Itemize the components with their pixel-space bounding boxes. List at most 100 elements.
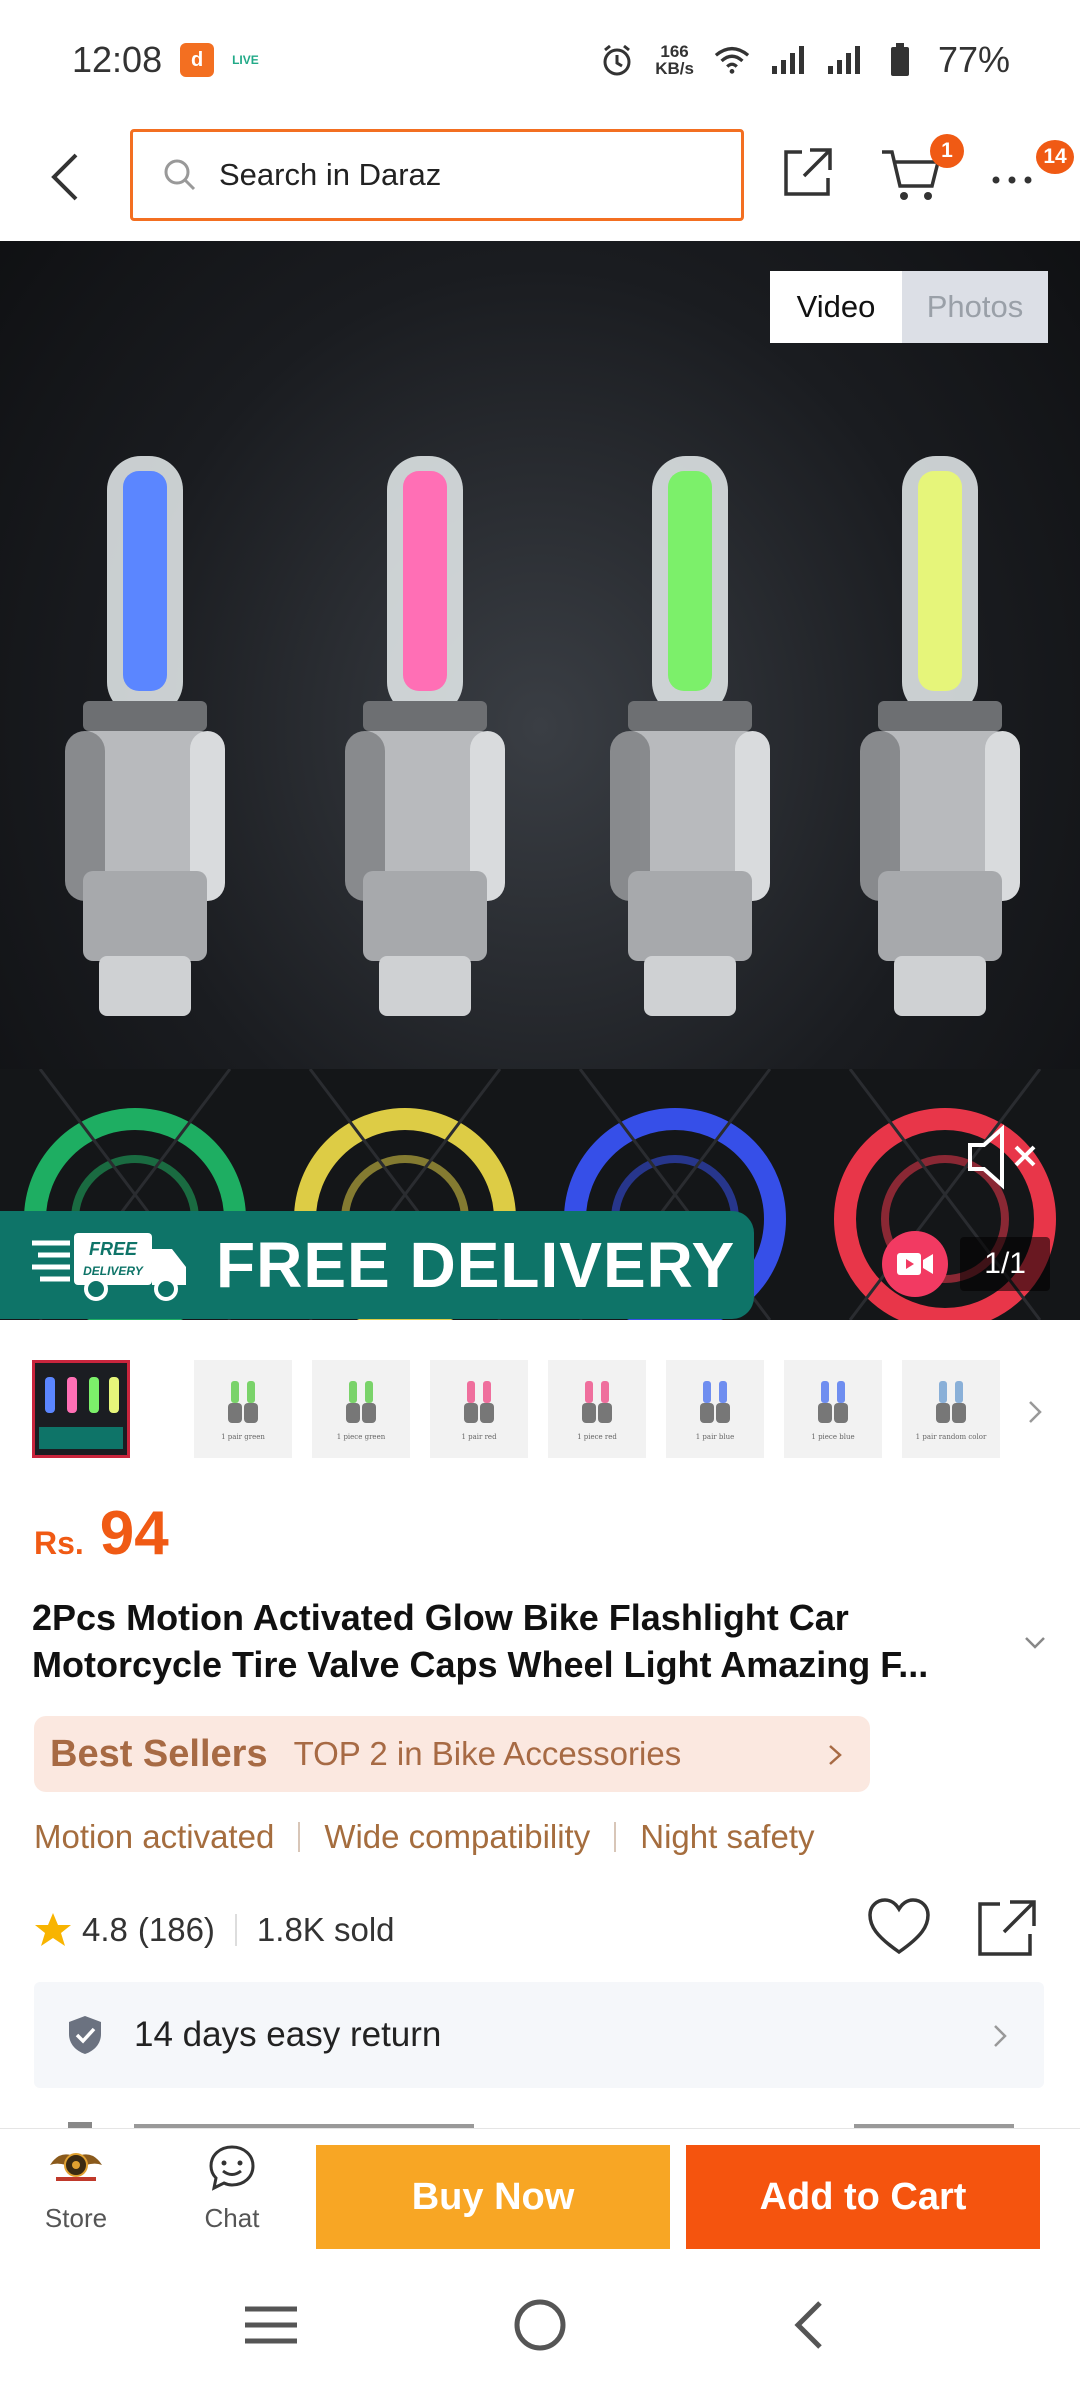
- thumbnail-caption: 1 pair green: [221, 1433, 265, 1441]
- rating-divider: [234, 1914, 237, 1946]
- tab-photos[interactable]: Photos: [902, 271, 1048, 343]
- product-video-frame: [0, 401, 1080, 1021]
- feature-separator: [614, 1822, 617, 1852]
- thumbnail-0[interactable]: [32, 1360, 130, 1458]
- live-icon: LIVE: [232, 53, 259, 67]
- speaker-muted-icon: [968, 1124, 1036, 1190]
- chevron-right-icon: [829, 1745, 842, 1765]
- mute-button[interactable]: [964, 1121, 1044, 1193]
- system-back-button[interactable]: [775, 2290, 845, 2360]
- thumbnail-strip: 1 pair green 1 piece green 1 pair red 1 pie…: [0, 1340, 1080, 1470]
- store-label: Store: [44, 2203, 108, 2233]
- feature-tag: Wide compatibility: [324, 1818, 591, 1855]
- thumbnail-5[interactable]: 1 pair blue: [666, 1360, 764, 1458]
- wifi-icon: [714, 42, 750, 78]
- recent-apps-button[interactable]: [236, 2290, 306, 2360]
- store-logo-icon: [50, 2153, 102, 2181]
- best-sellers-rank: TOP 2 in Bike Accessories: [293, 1735, 682, 1772]
- battery-level: 77%: [937, 39, 1010, 80]
- thumbnail-caption: 1 piece blue: [811, 1433, 855, 1441]
- price-currency: Rs.: [34, 1525, 84, 1561]
- feature-separator: [298, 1822, 301, 1852]
- rating-value: 4.8: [82, 1911, 128, 1948]
- expand-title-button[interactable]: [1020, 1628, 1050, 1658]
- star-icon: [35, 1913, 71, 1946]
- thumbnail-6[interactable]: 1 piece blue: [784, 1360, 882, 1458]
- rating-count: (186): [137, 1911, 215, 1948]
- thumbnail-caption: 1 pair red: [461, 1433, 497, 1441]
- sold-count: 1.8K sold: [256, 1911, 395, 1948]
- chat-button[interactable]: Chat: [184, 2143, 280, 2253]
- chat-icon: [209, 2145, 255, 2191]
- heart-icon: [868, 1898, 930, 1955]
- signal-icon-2: [826, 42, 862, 78]
- media-page-counter: 1/1: [960, 1237, 1050, 1291]
- chevron-right-icon: [994, 2025, 1007, 2047]
- thumbnail-2[interactable]: 1 piece green: [312, 1360, 410, 1458]
- thumbnail-caption: 1 pair blue: [695, 1433, 735, 1441]
- valve-cap-light: [65, 456, 225, 1016]
- bottom-action-bar: Store Chat Buy Now Add to Cart: [0, 2128, 1080, 2254]
- product-detail-screen: 12:08 d LIVE 166 KB/s 77% Search in Dara…: [0, 0, 1080, 2388]
- share-icon: [978, 1900, 1036, 1956]
- network-speed: 166 KB/s: [655, 43, 694, 77]
- best-sellers-banner[interactable]: Best Sellers TOP 2 in Bike Accessories: [34, 1716, 870, 1792]
- tab-video[interactable]: Video: [770, 271, 902, 343]
- speed-unit: KB/s: [655, 59, 694, 78]
- product-price: Rs. 94: [34, 1498, 169, 1569]
- daraz-app-icon: d: [180, 43, 215, 77]
- thumbnail-caption: 1 pair random color: [915, 1433, 987, 1441]
- buy-now-button[interactable]: Buy Now: [316, 2145, 670, 2249]
- feature-tag: Motion activated: [34, 1818, 275, 1855]
- messages-count-badge: 14: [1036, 140, 1074, 174]
- back-button[interactable]: [40, 142, 90, 212]
- free-badge-line1: FREE: [89, 1239, 138, 1259]
- free-delivery-banner: FREE DELIVERY FREE DELIVERY: [0, 1211, 754, 1319]
- return-policy-row[interactable]: 14 days easy return: [34, 1982, 1044, 2088]
- thumbnail-4[interactable]: 1 piece red: [548, 1360, 646, 1458]
- search-input[interactable]: Search in Daraz: [130, 129, 744, 221]
- share-icon: [784, 148, 832, 196]
- search-icon: [164, 159, 196, 191]
- free-delivery-text: FREE DELIVERY: [216, 1229, 736, 1301]
- status-bar: 12:08 d LIVE 166 KB/s 77%: [0, 0, 1080, 120]
- add-to-cart-button[interactable]: Add to Cart: [686, 2145, 1040, 2249]
- thumbnail-1[interactable]: 1 pair green: [194, 1360, 292, 1458]
- video-counter: 1/1: [882, 1231, 1050, 1297]
- return-policy-text: 14 days easy return: [134, 2015, 442, 2054]
- valve-cap-light: [610, 456, 770, 1016]
- best-sellers-label: Best Sellers: [50, 1732, 268, 1775]
- valve-cap-light: [860, 456, 1020, 1016]
- share-button-top[interactable]: [780, 144, 836, 200]
- media-tab-toggle: Video Photos: [770, 271, 1048, 343]
- share-button[interactable]: [974, 1896, 1040, 1960]
- shield-check-icon: [69, 2016, 101, 2054]
- free-badge-line2: DELIVERY: [83, 1264, 144, 1278]
- next-row-partial: [34, 2110, 1044, 2130]
- delivery-truck-icon: FREE DELIVERY: [32, 1233, 186, 1301]
- more-button[interactable]: 14: [988, 140, 1074, 198]
- price-value: 94: [99, 1499, 169, 1568]
- cart-count-badge: 1: [930, 134, 964, 168]
- battery-icon: [882, 42, 918, 78]
- alarm-icon: [599, 42, 635, 78]
- thumbnail-next-button[interactable]: [1020, 1392, 1050, 1432]
- thumbnail-7[interactable]: 1 pair random color: [902, 1360, 1000, 1458]
- chevron-right-icon: [1029, 1401, 1042, 1423]
- thumbnail-3[interactable]: 1 pair red: [430, 1360, 528, 1458]
- valve-cap-light: [345, 456, 505, 1016]
- menu-icon: [245, 2306, 297, 2344]
- feature-tag: Night safety: [640, 1818, 815, 1855]
- cart-button[interactable]: 1: [878, 134, 964, 206]
- home-button[interactable]: [505, 2290, 575, 2360]
- product-title[interactable]: 2Pcs Motion Activated Glow Bike Flashlig…: [32, 1594, 1012, 1688]
- signal-icon-1: [770, 42, 806, 78]
- product-media-gallery[interactable]: Video Photos FREE DELIVERY FREE DELIVERY…: [0, 241, 1080, 1320]
- home-circle-icon: [514, 2299, 566, 2351]
- thumbnail-caption: 1 piece green: [336, 1433, 386, 1441]
- store-button[interactable]: Store: [28, 2143, 124, 2253]
- search-placeholder: Search in Daraz: [219, 157, 442, 192]
- back-icon: [794, 2301, 822, 2349]
- status-time: 12:08: [72, 39, 163, 80]
- wishlist-button[interactable]: [866, 1896, 932, 1958]
